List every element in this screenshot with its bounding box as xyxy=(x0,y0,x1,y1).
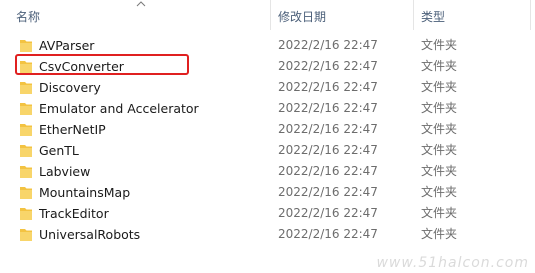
column-header-name[interactable]: 名称 xyxy=(16,9,266,25)
list-item[interactable]: AVParser 2022/2/16 22:47 文件夹 xyxy=(0,35,535,56)
folder-icon xyxy=(20,82,32,94)
list-item[interactable]: Labview 2022/2/16 22:47 文件夹 xyxy=(0,161,535,182)
column-header-bar: 名称 修改日期 类型 xyxy=(0,0,535,30)
item-type: 文件夹 xyxy=(421,59,458,73)
item-name: UniversalRobots xyxy=(39,227,141,242)
folder-icon xyxy=(20,124,32,136)
item-name: MountainsMap xyxy=(39,185,131,200)
item-name: AVParser xyxy=(39,38,95,53)
item-type: 文件夹 xyxy=(421,38,458,52)
folder-icon xyxy=(20,103,32,115)
folder-icon xyxy=(20,166,32,178)
item-name: Emulator and Accelerator xyxy=(39,101,199,116)
item-date: 2022/2/16 22:47 xyxy=(278,38,378,52)
item-date: 2022/2/16 22:47 xyxy=(278,164,378,178)
item-date: 2022/2/16 22:47 xyxy=(278,185,378,199)
item-type: 文件夹 xyxy=(421,164,458,178)
folder-icon xyxy=(20,187,32,199)
item-type: 文件夹 xyxy=(421,206,458,220)
list-item[interactable]: MountainsMap 2022/2/16 22:47 文件夹 xyxy=(0,182,535,203)
item-date: 2022/2/16 22:47 xyxy=(278,80,378,94)
item-name: GenTL xyxy=(39,143,79,158)
item-name: TrackEditor xyxy=(39,206,109,221)
column-divider[interactable] xyxy=(413,0,414,30)
folder-icon xyxy=(20,229,32,241)
item-type: 文件夹 xyxy=(421,80,458,94)
item-name: Labview xyxy=(39,164,91,179)
folder-icon xyxy=(20,145,32,157)
column-divider[interactable] xyxy=(530,0,531,30)
list-item[interactable]: Discovery 2022/2/16 22:47 文件夹 xyxy=(0,77,535,98)
list-item[interactable]: GenTL 2022/2/16 22:47 文件夹 xyxy=(0,140,535,161)
column-divider[interactable] xyxy=(270,0,271,30)
list-item[interactable]: Emulator and Accelerator 2022/2/16 22:47… xyxy=(0,98,535,119)
list-item[interactable]: CsvConverter 2022/2/16 22:47 文件夹 xyxy=(0,56,535,77)
item-type: 文件夹 xyxy=(421,122,458,136)
item-name: EtherNetIP xyxy=(39,122,106,137)
sort-up-chevron-icon xyxy=(136,1,146,7)
watermark: www.51halcon.com xyxy=(376,255,529,271)
column-header-date-modified[interactable]: 修改日期 xyxy=(278,9,408,25)
item-date: 2022/2/16 22:47 xyxy=(278,122,378,136)
item-type: 文件夹 xyxy=(421,143,458,157)
item-date: 2022/2/16 22:47 xyxy=(278,59,378,73)
folder-icon xyxy=(20,61,32,73)
folder-icon xyxy=(20,208,32,220)
item-type: 文件夹 xyxy=(421,185,458,199)
item-type: 文件夹 xyxy=(421,227,458,241)
column-header-type[interactable]: 类型 xyxy=(421,9,521,25)
list-item[interactable]: TrackEditor 2022/2/16 22:47 文件夹 xyxy=(0,203,535,224)
item-date: 2022/2/16 22:47 xyxy=(278,101,378,115)
item-date: 2022/2/16 22:47 xyxy=(278,143,378,157)
item-type: 文件夹 xyxy=(421,101,458,115)
item-name: CsvConverter xyxy=(39,59,124,74)
item-date: 2022/2/16 22:47 xyxy=(278,227,378,241)
item-date: 2022/2/16 22:47 xyxy=(278,206,378,220)
list-item[interactable]: UniversalRobots 2022/2/16 22:47 文件夹 xyxy=(0,224,535,245)
folder-icon xyxy=(20,40,32,52)
list-item[interactable]: EtherNetIP 2022/2/16 22:47 文件夹 xyxy=(0,119,535,140)
item-name: Discovery xyxy=(39,80,101,95)
